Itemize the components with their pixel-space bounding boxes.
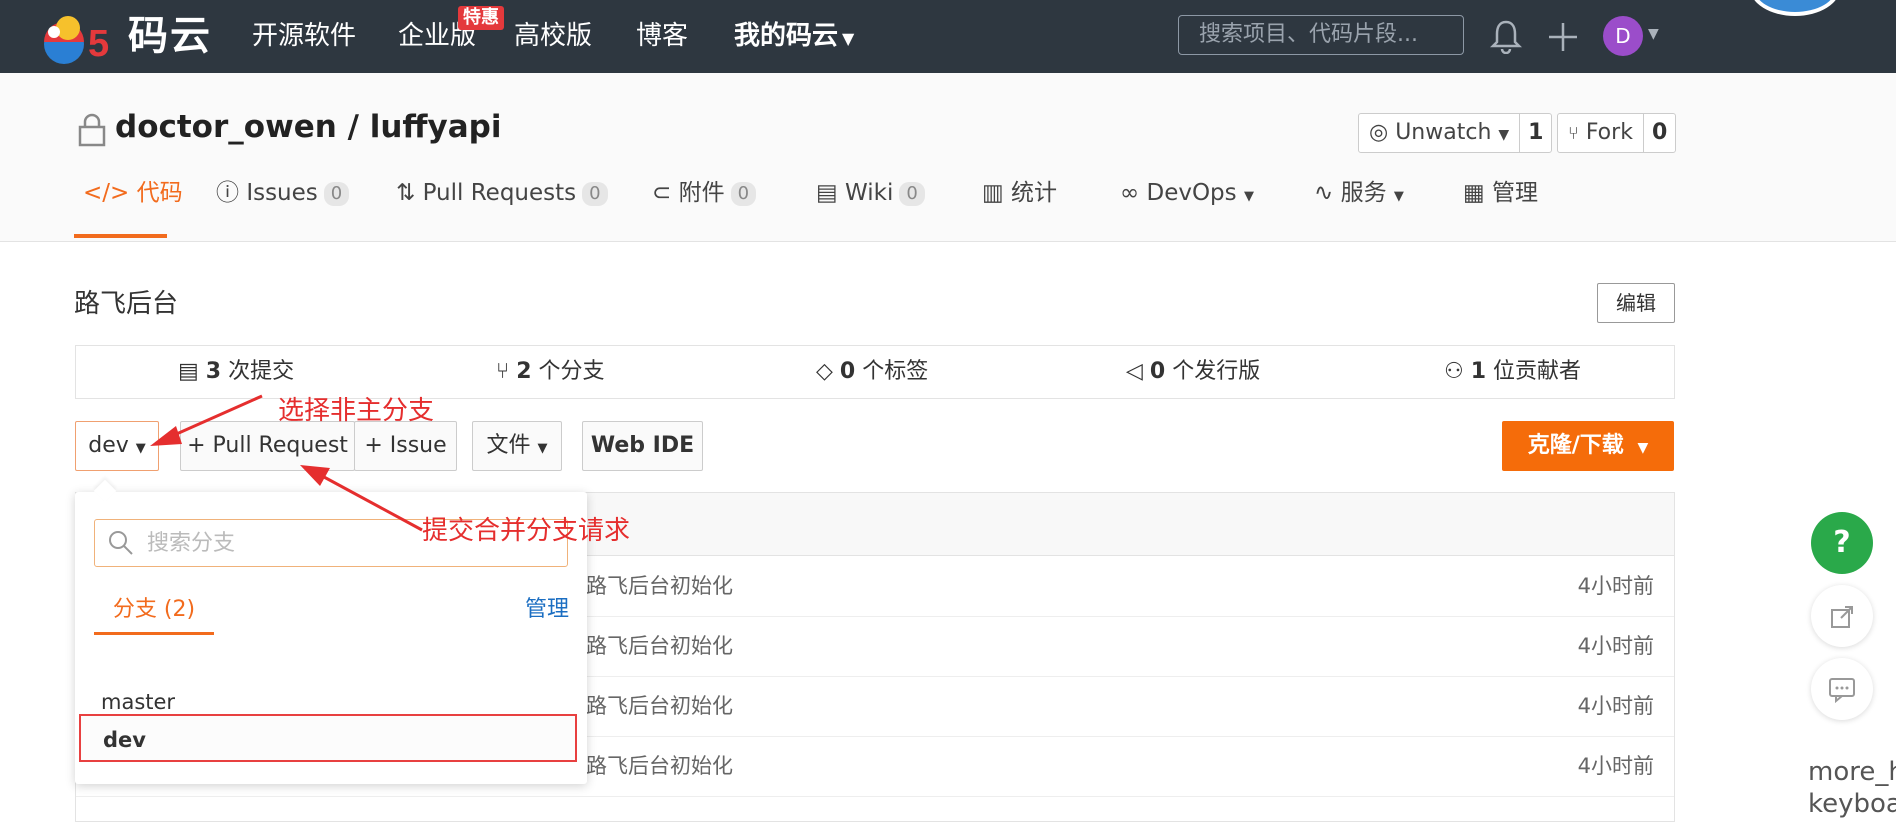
help-button[interactable]: ? <box>1811 512 1873 574</box>
arrow-to-pull-request <box>300 465 423 532</box>
arrow-to-branch-select <box>150 394 263 446</box>
share-button[interactable] <box>1811 585 1873 647</box>
feedback-button[interactable] <box>1811 658 1873 720</box>
annotation-select-branch: 选择非主分支 <box>278 396 435 426</box>
chat-icon <box>1829 677 1855 703</box>
more-help-line2: keyboa <box>1808 789 1896 819</box>
annotation-submit-pr: 提交合并分支请求 <box>422 516 631 546</box>
external-link-icon <box>1831 605 1853 628</box>
more-help-text[interactable]: more_h keyboa <box>1808 756 1896 820</box>
more-help-line1: more_h <box>1808 757 1896 787</box>
